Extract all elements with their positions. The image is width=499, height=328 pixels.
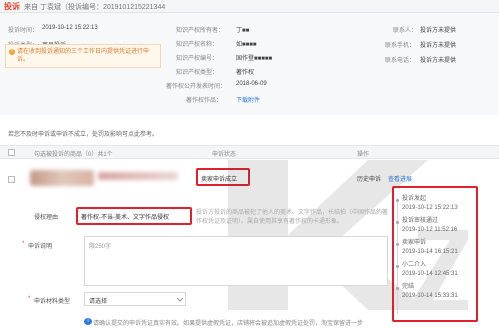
- timeline-step-title: 投诉审核通过: [402, 218, 439, 224]
- ip-name-label: 知识产权名称：: [176, 42, 219, 48]
- ip-type-value: 著作权: [236, 70, 255, 76]
- product-image-blurred: [30, 170, 94, 186]
- ip-name-value: 如■■■■: [236, 42, 257, 48]
- material-label: 申诉材料类型: [34, 299, 71, 305]
- warning-text: 请在收到投诉通知的三个工作日内提供凭证进行申诉。: [17, 49, 150, 63]
- timeline-step-title: 小二介入: [402, 262, 427, 268]
- phone-label: 联系手机：: [385, 43, 416, 49]
- download-attachment-link[interactable]: 下载附件: [236, 95, 260, 104]
- explain-textarea[interactable]: 限250字: [84, 236, 388, 286]
- goods-table-header: 勾选被投诉的商品（0）共1个 申诉状态 操作: [0, 145, 499, 159]
- timeline-dot: [396, 287, 399, 290]
- timeline-dot: [396, 265, 399, 268]
- appeal-warning: ! 请在收到投诉通知的三个工作日内提供凭证进行申诉。: [5, 44, 161, 68]
- timeline-step-time: 2019-10-12 11:52:16: [402, 227, 458, 233]
- tel-value: 投诉方未提供: [420, 58, 457, 64]
- complaint-time-value: 2019-10-12 15:22:13: [42, 25, 98, 31]
- material-tip: 请确认提交的申诉凭证真实有效。如果提供虚假凭证，店铺将会被追加虚假凭证处罚，淘宝…: [93, 321, 364, 327]
- timeline-step-title: 卖家申诉: [402, 240, 427, 246]
- material-select-value: 请选择: [89, 299, 108, 305]
- penalty-notice[interactable]: 若您不及时申诉或申诉不成立，处罚及影响可点此参考。: [8, 129, 158, 138]
- timeline-dot: [396, 243, 399, 246]
- contact-value: 投诉方未提供: [420, 28, 457, 34]
- works-label: 著作权作品：: [186, 98, 223, 104]
- timeline-step-time: 2019-10-12 15:22:13: [402, 205, 458, 211]
- timeline-dot: [396, 221, 399, 224]
- select-all-checkbox[interactable]: [8, 149, 15, 156]
- explain-placeholder: 限250字: [89, 244, 112, 250]
- page-subtitle: 来自 丁袁斌（投诉编号：2019101215221344: [24, 4, 166, 11]
- material-select[interactable]: 请选择: [84, 292, 186, 306]
- reason-description: 投诉方投诉的商品被犯了他人的美术、文字作品，长结拍（中国作品的著作权凭证及证明）…: [196, 210, 389, 225]
- timeline-step-time: 2019-10-14 15:33:31: [402, 293, 458, 299]
- publish-time-value: 2018-06-09: [236, 81, 267, 87]
- info-icon: i: [84, 318, 92, 325]
- timeline-step-title: 完结: [402, 284, 415, 290]
- page-title: 投诉: [4, 2, 20, 11]
- reason-value: 著作权-不当-美术、文字作品侵权: [81, 215, 169, 221]
- required-mark: *: [22, 241, 25, 247]
- owner-label: 知识产权所有者：: [176, 28, 225, 34]
- required-mark-2: *: [28, 296, 31, 302]
- chevron-down-icon: [177, 297, 183, 302]
- row-checkbox[interactable]: [8, 176, 15, 183]
- col-status-header: 申诉状态: [212, 152, 237, 158]
- product-title-blurred: [98, 172, 178, 180]
- col-action-header: 操作: [357, 152, 370, 158]
- owner-value: 丁■■: [236, 28, 250, 34]
- timeline-step-title: 投诉发起: [402, 196, 427, 202]
- timeline-step-time: 2019-10-14 16:15:21: [402, 249, 458, 255]
- contact-label: 联系人：: [393, 28, 418, 34]
- timeline-step-time: 2019-10-14 12:45:31: [402, 271, 458, 277]
- title-bar: 投诉 来自 丁袁斌（投诉编号：2019101215221344: [0, 0, 499, 13]
- explain-label: 申诉说明: [28, 244, 53, 250]
- reason-label: 侵权理由: [34, 215, 59, 221]
- complaint-time-label: 投诉时间：: [8, 28, 39, 34]
- phone-value: 投诉方未提供: [420, 43, 457, 49]
- publish-time-label: 著作权公开发表时间：: [166, 84, 227, 90]
- tel-label: 联系电话：: [385, 58, 416, 64]
- ip-number-value: 国作登■■■■■: [236, 56, 273, 62]
- ip-type-label: 知识产权类型：: [176, 70, 219, 76]
- ip-number-label: 知识产权编号：: [176, 56, 219, 62]
- col-goods-header: 勾选被投诉的商品（0）共1个: [34, 152, 113, 158]
- timeline-line: [397, 198, 398, 314]
- warning-icon: !: [9, 49, 15, 55]
- timeline-dot: [396, 199, 399, 202]
